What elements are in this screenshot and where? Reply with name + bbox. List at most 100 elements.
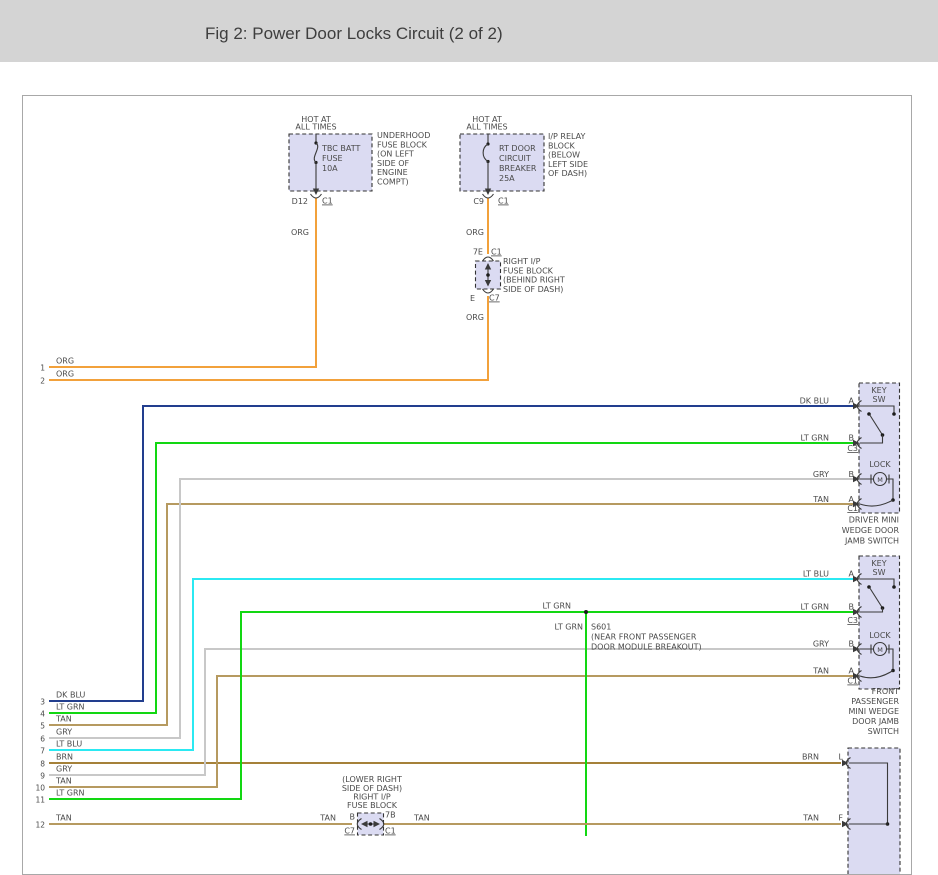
connector-link[interactable]: C7	[344, 827, 355, 836]
connector-link[interactable]: C3	[847, 444, 858, 453]
wire-tan-passenger-lock	[49, 675, 853, 788]
line-number: 1	[40, 364, 45, 373]
motor-letter: M	[877, 646, 883, 654]
location-line: SIDE OF	[377, 159, 409, 168]
location-line: (ON LEFT	[377, 150, 414, 159]
wire-color-label: TAN	[55, 814, 72, 823]
wire-color-label: LT GRN	[554, 623, 583, 632]
caption-line: DOOR JAMB	[852, 717, 899, 726]
wire-color-label: TAN	[812, 495, 829, 504]
location-line: BLOCK	[548, 141, 576, 150]
line-number: 2	[40, 377, 45, 386]
junction-dot	[368, 822, 373, 826]
wire-color-label: ORG	[466, 228, 484, 237]
connector-link[interactable]: C1	[385, 827, 396, 836]
connector-socket-icon	[482, 288, 494, 294]
caption-line: DRIVER MINI	[849, 516, 899, 525]
splice-id: S601	[591, 623, 611, 632]
arrow-down-icon	[484, 188, 492, 195]
page-title: Fig 2: Power Door Locks Circuit (2 of 2)	[205, 24, 503, 43]
location-line: FUSE BLOCK	[347, 801, 398, 810]
caption-line: JAMB SWITCH	[844, 537, 899, 546]
location-line: SIDE OF DASH)	[503, 285, 563, 294]
pin-label: B	[350, 813, 356, 822]
wire-gry-passenger-lock	[49, 648, 853, 776]
lock-label: LOCK	[869, 460, 891, 469]
location-line: FUSE BLOCK	[377, 140, 428, 149]
pin-label: E	[470, 294, 475, 303]
arrow-down-icon	[312, 188, 320, 195]
wire-color-label: GRY	[813, 470, 829, 479]
underhood-fuse-block: HOT AT ALL TIMES TBC BATT FUSE 10A D12 C…	[288, 115, 430, 237]
line-number: 10	[35, 784, 45, 793]
wire-color-label: BRN	[56, 753, 73, 762]
lower-right-ip-fuse-block: (LOWER RIGHT SIDE OF DASH) RIGHT I/P FUS…	[319, 775, 430, 836]
wire-color-label: BRN	[802, 753, 819, 762]
location-line: (BELOW	[548, 151, 580, 160]
module-box	[847, 747, 901, 874]
wire-color-label: DK BLU	[56, 691, 85, 700]
right-ip-fuse-block: 7E C1 E C7 RIGHT I/P FUSE BLOCK (BEHIND …	[470, 248, 565, 304]
title-bar: Fig 2: Power Door Locks Circuit (2 of 2)	[0, 0, 938, 62]
splice-note-line: DOOR MODULE BREAKOUT)	[591, 643, 702, 652]
wire-color-label: TAN	[55, 777, 72, 786]
breaker-name-line: BREAKER	[499, 164, 537, 173]
wiring-diagram: 1 ORG 2 ORG 3 DK BLU 4 LT GRN 5 TAN 6 GR…	[35, 115, 901, 874]
bus-labels: 1 ORG 2 ORG 3 DK BLU 4 LT GRN 5 TAN 6 GR…	[35, 357, 85, 830]
wire-ltblu-passenger-keysw	[49, 578, 853, 751]
wire-color-label: TAN	[802, 814, 819, 823]
line-number: 8	[40, 760, 45, 769]
splice-dot	[584, 610, 588, 614]
connector-link[interactable]: C1	[498, 197, 509, 206]
wiring-diagram-frame: 1 ORG 2 ORG 3 DK BLU 4 LT GRN 5 TAN 6 GR…	[22, 95, 912, 875]
connector-link[interactable]: C1	[847, 504, 858, 513]
location-line: UNDERHOOD	[377, 131, 430, 140]
caption-line: FRONT	[872, 687, 899, 696]
key-sw-label: SW	[873, 395, 886, 404]
driver-jamb-switch: KEY SW DK BLU A LT GRN B C3 LOCK GRY B M…	[800, 382, 901, 546]
wire-color-label: ORG	[56, 370, 74, 379]
wire-color-label: TAN	[55, 715, 72, 724]
caption-line: PASSENGER	[851, 697, 899, 706]
location-line: LEFT SIDE	[548, 160, 588, 169]
wire-color-label: LT BLU	[803, 570, 829, 579]
line-number: 3	[40, 698, 45, 707]
all-times-label: ALL TIMES	[466, 123, 507, 132]
wire-color-label: LT GRN	[800, 603, 829, 612]
connector-link[interactable]: C7	[489, 294, 500, 303]
terminal-label: L	[839, 753, 844, 762]
connector-link[interactable]: C3	[847, 616, 858, 625]
location-line: I/P RELAY	[548, 132, 586, 141]
fuse-name-line: TBC BATT	[321, 144, 360, 153]
pin-label: 7B	[385, 811, 396, 820]
caption-line: MINI WEDGE	[848, 707, 899, 716]
splice-s601: LT GRN LT GRN S601 (NEAR FRONT PASSENGER…	[542, 602, 701, 652]
wire-color-label: TAN	[319, 814, 336, 823]
pin-label: D12	[292, 197, 308, 206]
wire-color-label: TAN	[812, 667, 829, 676]
wire-dkblu-driver-keysw	[49, 405, 853, 702]
location-line: (LOWER RIGHT	[342, 775, 402, 784]
location-line: OF DASH)	[548, 169, 587, 178]
wire-color-label: LT GRN	[800, 434, 829, 443]
location-line: ENGINE	[377, 168, 408, 177]
wire-color-label: GRY	[56, 765, 72, 774]
connector-link[interactable]: C1	[847, 677, 858, 686]
connector-link[interactable]: C1	[491, 248, 502, 257]
fuse-name-line: 10A	[322, 164, 338, 173]
connector-link[interactable]: C1	[322, 197, 333, 206]
key-sw-label: SW	[873, 568, 886, 577]
breaker-name-line: RT DOOR	[499, 144, 536, 153]
contact-dot	[892, 585, 896, 589]
wire-color-label: ORG	[56, 357, 74, 366]
wire-color-label: GRY	[813, 640, 829, 649]
wire-color-label: LT BLU	[56, 740, 82, 749]
wire-ltgrn-passenger-keysw	[49, 611, 853, 800]
line-number: 9	[40, 772, 45, 781]
location-line: RIGHT I/P	[503, 257, 541, 266]
line-number: 5	[40, 722, 45, 731]
location-line: FUSE BLOCK	[503, 266, 554, 275]
line-number: 12	[35, 821, 45, 830]
caption-line: WEDGE DOOR	[842, 526, 900, 535]
all-times-label: ALL TIMES	[295, 123, 336, 132]
